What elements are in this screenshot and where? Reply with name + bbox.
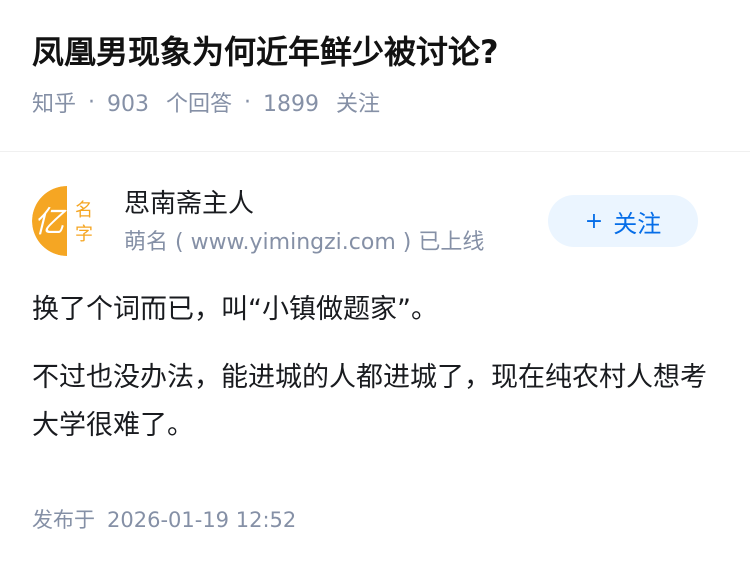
avatar-glyph-main: 亿 (34, 205, 67, 240)
meta-separator: · (244, 89, 252, 115)
plus-icon: + (584, 208, 604, 234)
source-label[interactable]: 知乎 (32, 86, 76, 118)
meta-separator: · (88, 89, 96, 115)
divider (0, 151, 750, 152)
answer-paragraph: 换了个词而已，叫“小镇做题家”。 (32, 294, 438, 325)
follower-count[interactable]: 1899 关注 (263, 86, 380, 118)
avatar[interactable]: 亿 名 字 (32, 186, 102, 256)
brand-logo-icon: 亿 名 字 (32, 186, 93, 256)
question-title[interactable]: 凤凰男现象为何近年鲜少被讨论? (32, 30, 722, 74)
publish-time: 发布于 2026-01-19 12:52 (32, 502, 296, 538)
follow-button-label: 关注 (613, 209, 662, 238)
publish-label: 发布于 (32, 508, 95, 532)
avatar-glyph-top: 名 (75, 200, 93, 221)
author-name[interactable]: 思南斋主人 (124, 186, 254, 222)
publish-datetime: 2026-01-19 12:52 (107, 508, 297, 532)
question-header: 凤凰男现象为何近年鲜少被讨论? 知乎 · 903 个回答 · 1899 关注 (32, 30, 722, 120)
author-bio: 萌名 ( www.yimingzi.com ) 已上线 (124, 230, 485, 255)
answer-count[interactable]: 903 个回答 (107, 86, 232, 118)
follow-button[interactable]: + 关注 (548, 195, 698, 247)
answer-paragraph: 不过也没办法，能进城的人都进城了，现在纯农村人想考大学很难了。 (32, 362, 707, 441)
author-card: 亿 名 字 思南斋主人 萌名 ( www.yimingzi.com ) 已上线 … (32, 186, 722, 262)
question-meta: 知乎 · 903 个回答 · 1899 关注 (32, 84, 722, 120)
avatar-glyph-bottom: 字 (75, 224, 93, 245)
answer-content: 换了个词而已，叫“小镇做题家”。 不过也没办法，能进城的人都进城了，现在纯农村人… (32, 286, 722, 470)
